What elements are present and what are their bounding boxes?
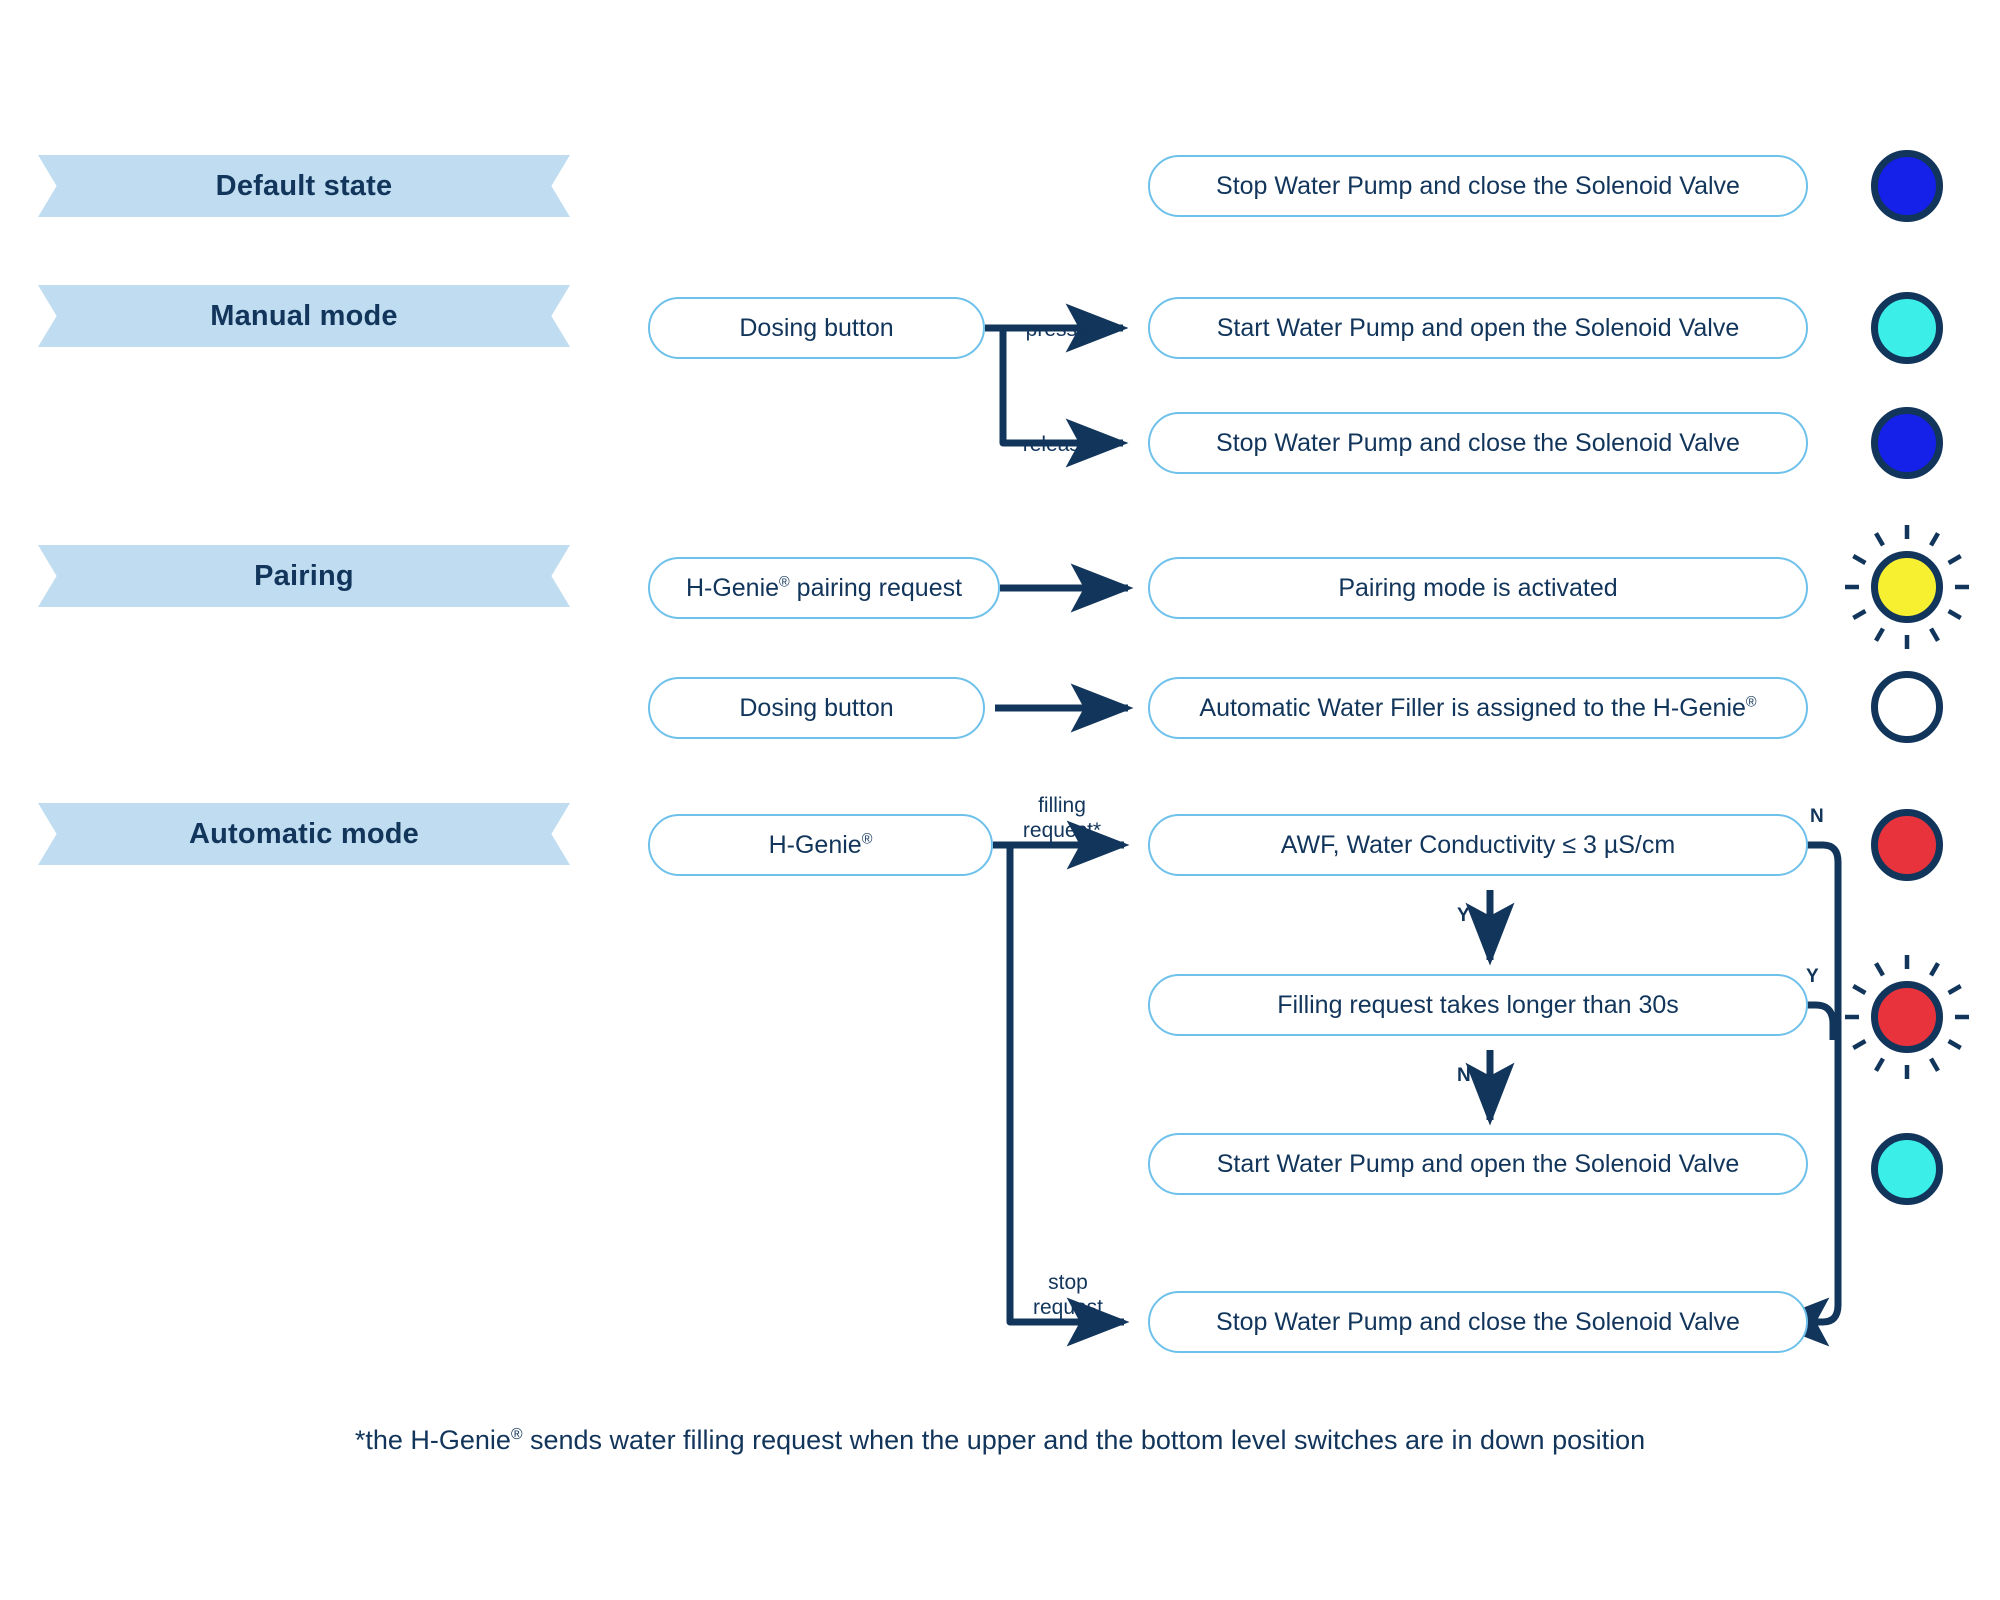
node-label: Start Water Pump and open the Solenoid V… [1216, 1149, 1740, 1178]
edge-label-text: filling request* [1022, 793, 1102, 842]
edge-label-filling-request: filling request* [1000, 769, 1124, 843]
cyan-led-icon [1871, 1133, 1943, 1205]
node-label: H-Genie® [768, 830, 873, 859]
section-banner-label: Default state [215, 169, 393, 202]
node-pairing-action: Pairing mode is activated [1148, 557, 1808, 619]
node-label: Dosing button [739, 693, 894, 722]
node-label: Stop Water Pump and close the Solenoid V… [1216, 171, 1740, 200]
yellow-blinking-led-icon [1871, 551, 1943, 623]
node-label: Pairing mode is activated [1338, 573, 1618, 602]
node-label: H-Genie® pairing request [685, 573, 963, 602]
node-label: AWF, Water Conductivity ≤ 3 µS/cm [1280, 830, 1676, 859]
section-banner-label: Automatic mode [189, 817, 419, 850]
edge-label-conductivity-no: N [1810, 806, 1824, 828]
edge-label-text: stop request [1032, 1270, 1104, 1319]
footnote-text: *the H-Genie® sends water filling reques… [354, 1425, 1646, 1455]
edge-label-timeout-no: N [1457, 1065, 1471, 1087]
footnote: *the H-Genie® sends water filling reques… [0, 1425, 2000, 1456]
edge-label-timeout-yes: Y [1806, 966, 1819, 988]
edge-label-text: released [1022, 432, 1104, 456]
edge-label-conductivity-yes: Y [1457, 905, 1470, 927]
node-manual-released-action: Stop Water Pump and close the Solenoid V… [1148, 412, 1808, 474]
section-banner-label: Pairing [254, 559, 354, 592]
red-led-icon [1871, 809, 1943, 881]
diagram-canvas: Default state Manual mode Pairing Automa… [0, 0, 2000, 1600]
node-manual-trigger: Dosing button [648, 297, 985, 359]
node-auto-start-action: Start Water Pump and open the Solenoid V… [1148, 1133, 1808, 1195]
white-led-icon [1871, 671, 1943, 743]
blue-led-icon [1871, 407, 1943, 479]
section-banner-label: Manual mode [210, 299, 398, 332]
edge-label-released: released [1000, 408, 1126, 458]
node-label: Dosing button [739, 313, 894, 342]
red-blinking-led-icon [1871, 981, 1943, 1053]
node-label: Automatic Water Filler is assigned to th… [1199, 693, 1757, 722]
edge-label-text: N [1810, 806, 1824, 827]
node-auto-stop-action: Stop Water Pump and close the Solenoid V… [1148, 1291, 1808, 1353]
edge-label-text: Y [1806, 966, 1819, 987]
edge-label-text: pressed [1025, 317, 1101, 341]
node-pairing-assign-action: Automatic Water Filler is assigned to th… [1148, 677, 1808, 739]
section-banner-default-state: Default state [38, 155, 570, 217]
node-label: Stop Water Pump and close the Solenoid V… [1216, 428, 1740, 457]
node-manual-pressed-action: Start Water Pump and open the Solenoid V… [1148, 297, 1808, 359]
edge-conductivity-no [1766, 841, 1842, 1347]
edge-label-stop-request: stop request [1006, 1246, 1130, 1320]
node-auto-check-timeout: Filling request takes longer than 30s [1148, 974, 1808, 1036]
node-pairing-assign-trigger: Dosing button [648, 677, 985, 739]
node-label: Stop Water Pump and close the Solenoid V… [1216, 1307, 1740, 1336]
node-label: Start Water Pump and open the Solenoid V… [1216, 313, 1740, 342]
section-banner-automatic-mode: Automatic mode [38, 803, 570, 865]
section-banner-manual-mode: Manual mode [38, 285, 570, 347]
node-auto-check-conductivity: AWF, Water Conductivity ≤ 3 µS/cm [1148, 814, 1808, 876]
section-banner-pairing: Pairing [38, 545, 570, 607]
node-auto-trigger: H-Genie® [648, 814, 993, 876]
cyan-led-icon [1871, 292, 1943, 364]
node-default-action: Stop Water Pump and close the Solenoid V… [1148, 155, 1808, 217]
node-pairing-trigger: H-Genie® pairing request [648, 557, 1000, 619]
edge-label-text: Y [1457, 905, 1470, 926]
edge-label-pressed: pressed [1003, 293, 1123, 343]
blue-led-icon [1871, 150, 1943, 222]
edge-label-text: N [1457, 1065, 1471, 1086]
node-label: Filling request takes longer than 30s [1277, 990, 1679, 1019]
